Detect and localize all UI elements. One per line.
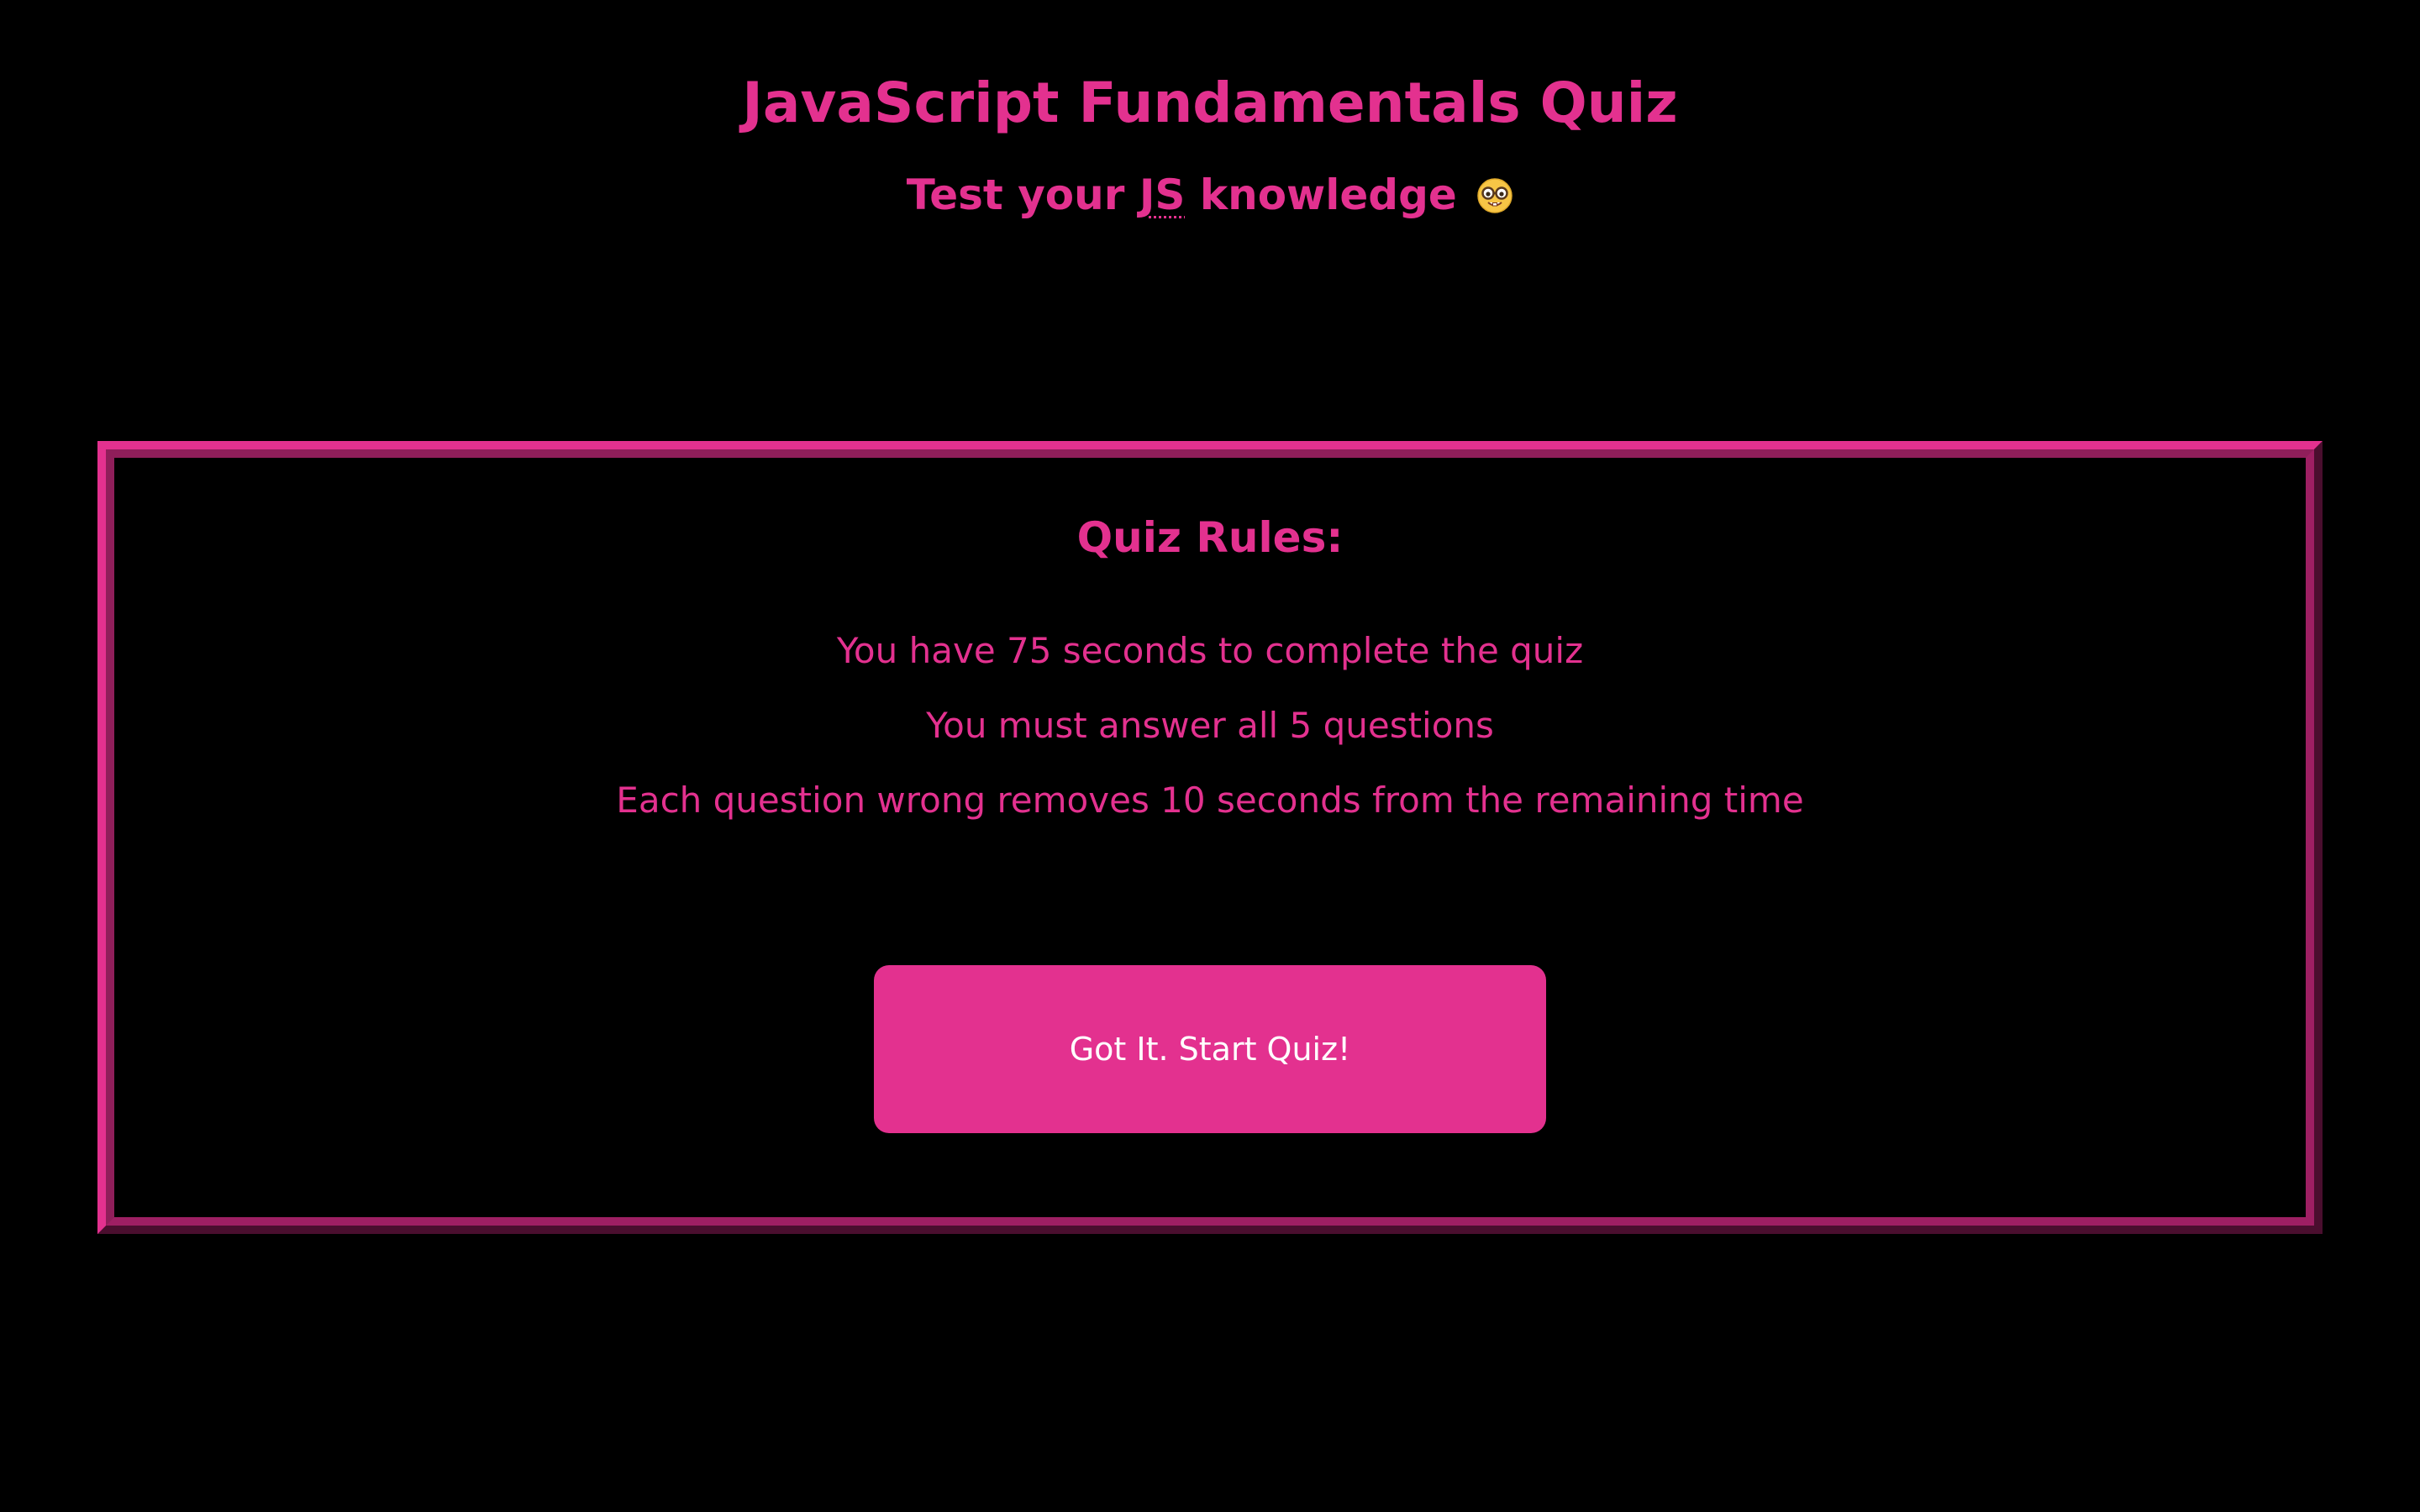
rule-item-answer-all: You must answer all 5 questions bbox=[926, 705, 1494, 746]
rules-list: You have 75 seconds to complete the quiz… bbox=[114, 626, 2306, 850]
rules-heading: Quiz Rules: bbox=[1076, 513, 1344, 562]
start-quiz-button[interactable]: Got It. Start Quiz! bbox=[874, 965, 1546, 1133]
subtitle-prefix: Test your bbox=[906, 171, 1139, 219]
page-subtitle: Test your JS knowledge bbox=[0, 164, 2420, 226]
rule-item-penalty: Each question wrong removes 10 seconds f… bbox=[616, 780, 1804, 821]
quiz-rules-card: Quiz Rules: You have 75 seconds to compl… bbox=[97, 441, 2323, 1234]
js-abbreviation: JS bbox=[1139, 171, 1186, 219]
nerd-face-icon bbox=[1477, 178, 1512, 213]
page-title: JavaScript Fundamentals Quiz bbox=[742, 71, 1678, 135]
rule-item-time-limit: You have 75 seconds to complete the quiz bbox=[836, 630, 1584, 671]
subtitle-suffix: knowledge bbox=[1185, 171, 1457, 219]
